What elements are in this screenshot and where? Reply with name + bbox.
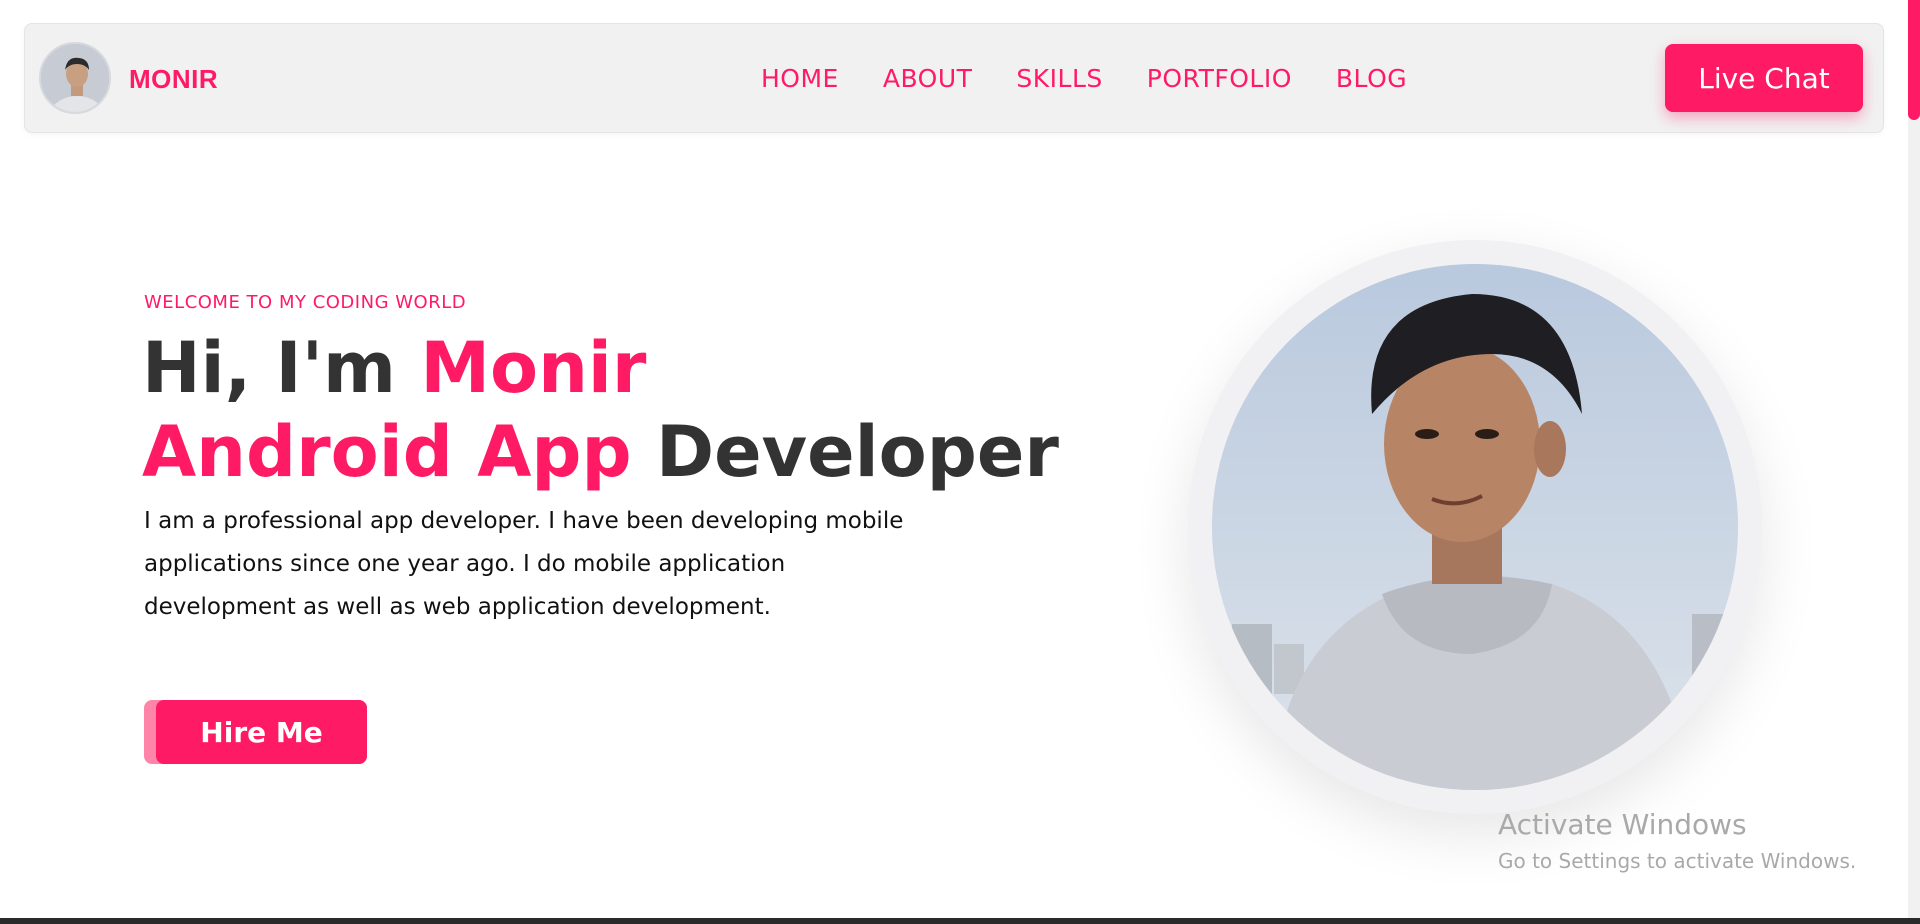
navbar: MONIR HOME ABOUT SKILLS PORTFOLIO BLOG L… xyxy=(24,23,1884,133)
nav-links: HOME ABOUT SKILLS PORTFOLIO BLOG xyxy=(761,64,1451,93)
hero-greeting: Hi, I'm xyxy=(142,327,421,409)
welcome-text: WELCOME TO MY CODING WORLD xyxy=(144,292,467,313)
taskbar-edge xyxy=(0,918,1920,924)
page-scrollbar[interactable] xyxy=(1908,0,1920,918)
nav-portfolio[interactable]: PORTFOLIO xyxy=(1147,64,1292,93)
hero-name: Monir xyxy=(420,327,647,409)
scrollbar-thumb[interactable] xyxy=(1908,0,1920,120)
portrait-photo-icon xyxy=(1212,264,1738,790)
activate-windows-title: Activate Windows xyxy=(1498,808,1747,841)
hero-title: Hi, I'm Monir Android App Developer xyxy=(142,326,1059,494)
hire-me-wrapper: Hire Me xyxy=(144,700,367,764)
nav-skills[interactable]: SKILLS xyxy=(1016,64,1102,93)
nav-about[interactable]: ABOUT xyxy=(883,64,973,93)
activate-windows-subtitle: Go to Settings to activate Windows. xyxy=(1498,849,1857,873)
avatar[interactable] xyxy=(39,42,111,114)
hero-description: I am a professional app developer. I hav… xyxy=(144,508,904,620)
portrait-frame xyxy=(1188,240,1762,814)
portrait-photo xyxy=(1212,264,1738,790)
brand-name[interactable]: MONIR xyxy=(129,64,218,95)
activate-windows-watermark: Activate Windows Go to Settings to activ… xyxy=(1498,808,1856,873)
profile-photo-icon xyxy=(41,44,109,112)
hire-me-button[interactable]: Hire Me xyxy=(156,700,367,764)
nav-home[interactable]: HOME xyxy=(761,64,839,93)
hero-role-highlight: Android App xyxy=(142,411,632,493)
live-chat-button[interactable]: Live Chat xyxy=(1665,44,1863,112)
hero-role-rest: Developer xyxy=(631,411,1059,493)
nav-blog[interactable]: BLOG xyxy=(1336,64,1407,93)
